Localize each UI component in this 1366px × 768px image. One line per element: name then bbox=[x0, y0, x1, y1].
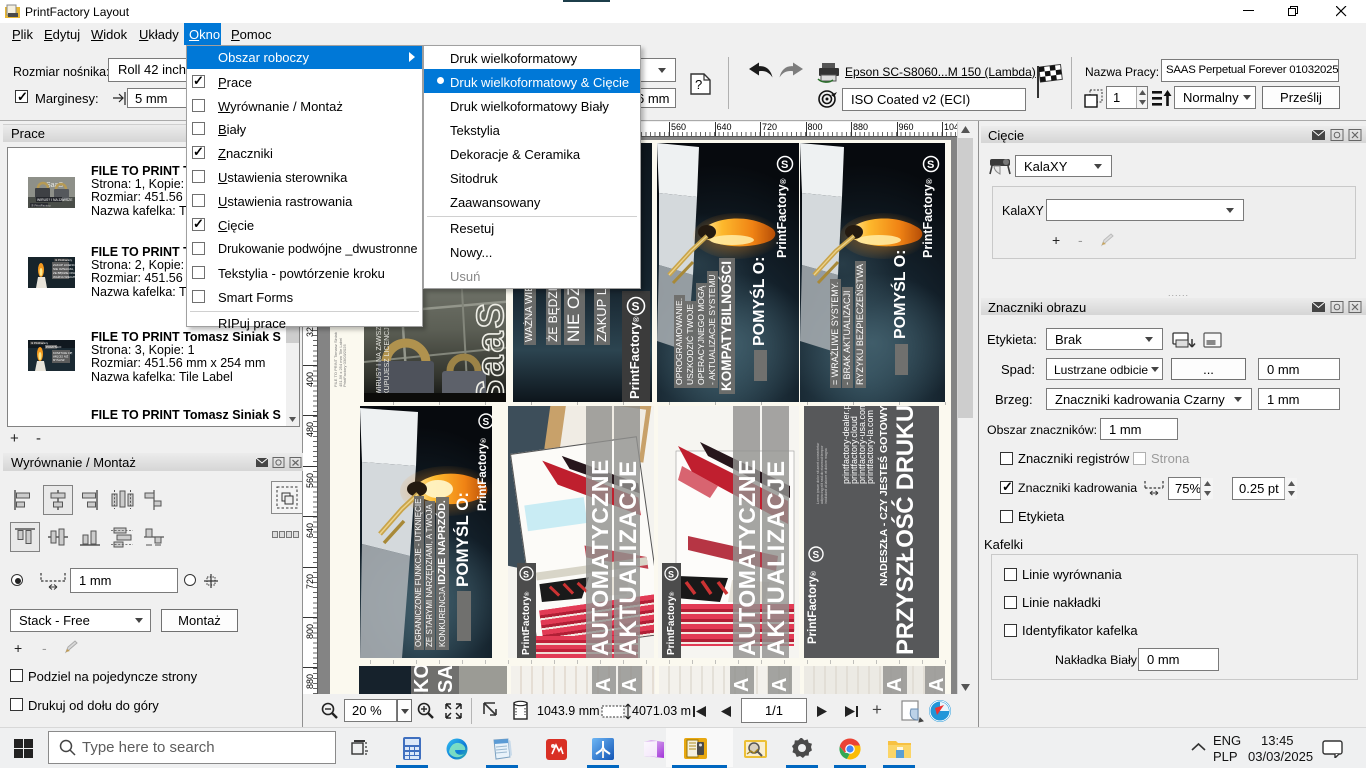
svg-text:S: S bbox=[927, 159, 934, 171]
svg-text:S: S bbox=[668, 570, 674, 580]
svg-text:S: S bbox=[781, 159, 788, 171]
svg-text:S: S bbox=[523, 570, 529, 580]
svg-text:WAŻNA WIECZNIE.: WAŻNA WIECZNIE. bbox=[53, 274, 75, 279]
svg-text:KOSZTUJE CIĘ: KOSZTUJE CIĘ bbox=[53, 351, 72, 355]
svg-text:S: S bbox=[483, 417, 490, 428]
svg-text:?: ? bbox=[695, 77, 702, 92]
svg-text:WIRUS? I NA ZAWSZE: WIRUS? I NA ZAWSZE bbox=[37, 198, 73, 202]
svg-text:S: S bbox=[813, 550, 820, 561]
svg-text:⑤ PrintFactory: ⑤ PrintFactory bbox=[31, 203, 51, 207]
svg-text:POMYŚLO:: POMYŚLO: bbox=[46, 344, 62, 349]
svg-text:S: S bbox=[632, 300, 640, 314]
svg-text:⑤ PrintFactory: ⑤ PrintFactory bbox=[55, 258, 73, 262]
